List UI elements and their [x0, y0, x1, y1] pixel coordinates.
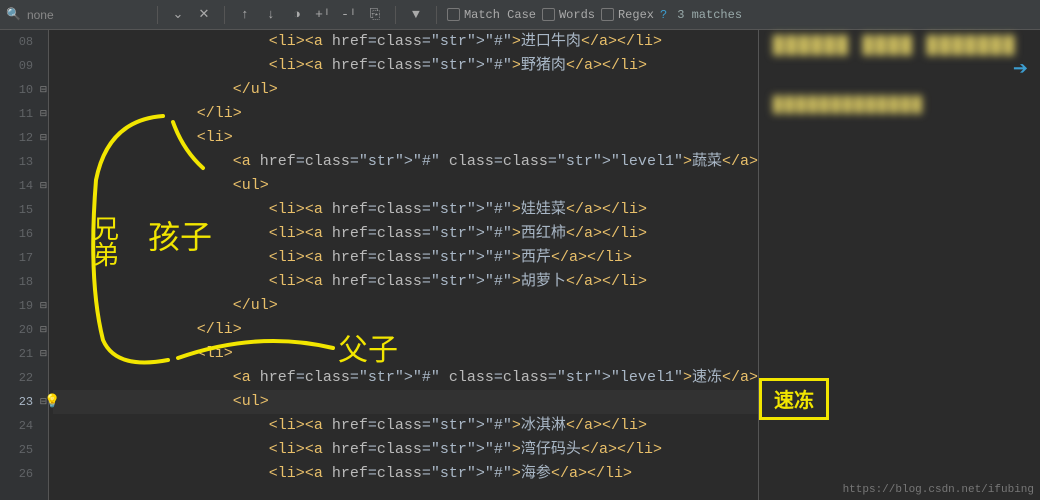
watermark-text: https://blog.csdn.net/ifubing — [843, 484, 1034, 496]
next-match-button[interactable]: ↓ — [261, 5, 281, 25]
words-label: Words — [559, 8, 595, 22]
code-line[interactable]: <li><a href=class="str">"#">娃娃菜</a></li> — [53, 198, 758, 222]
divider — [395, 6, 396, 24]
blurred-preview-text: ██████ ████ ███████ — [773, 36, 1040, 56]
code-line[interactable]: <li><a href=class="str">"#">冰淇淋</a></li> — [53, 414, 758, 438]
code-line[interactable]: <li><a href=class="str">"#">进口牛肉</a></li… — [53, 30, 758, 54]
code-line[interactable]: </li> — [53, 102, 758, 126]
add-selection-button[interactable]: +ᴵ — [313, 5, 333, 25]
divider — [224, 6, 225, 24]
search-input[interactable] — [27, 8, 147, 22]
intention-bulb-icon[interactable]: 💡 — [44, 394, 60, 409]
code-line[interactable]: <ul> — [53, 174, 758, 198]
filter-icon[interactable]: ▼ — [406, 5, 426, 25]
code-line[interactable]: <li> — [53, 126, 758, 150]
code-line[interactable]: <ul> — [53, 390, 758, 414]
remove-selection-button[interactable]: -ᴵ — [339, 5, 359, 25]
code-line[interactable]: <li> — [53, 342, 758, 366]
code-line[interactable]: <li><a href=class="str">"#">湾仔码头</a></li… — [53, 438, 758, 462]
help-link[interactable]: ? — [660, 8, 667, 22]
search-icon: 🔍 — [6, 7, 21, 22]
code-line[interactable]: </ul> — [53, 78, 758, 102]
code-line[interactable]: <li><a href=class="str">"#">西芹</a></li> — [53, 246, 758, 270]
fold-gutter[interactable]: ⊟⊟⊟⊟⊟⊟⊟⊟ — [39, 30, 49, 500]
preview-pane: ██████ ████ ███████ █████████████ ➔ 速冻 — [758, 30, 1040, 500]
code-line[interactable]: <a href=class="str">"#" class=class="str… — [53, 150, 758, 174]
code-line[interactable]: <li><a href=class="str">"#">野猪肉</a></li> — [53, 54, 758, 78]
match-case-checkbox[interactable]: Match Case — [447, 8, 536, 22]
select-all-button[interactable]: ⎘ — [365, 5, 385, 25]
preview-highlight-box: 速冻 — [759, 378, 829, 420]
regex-label: Regex — [618, 8, 654, 22]
find-toolbar: 🔍 ⌄ ✕ ↑ ↓ ◑ +ᴵ -ᴵ ⎘ ▼ Match Case Words R… — [0, 0, 1040, 30]
smart-search-icon[interactable]: ◑ — [287, 5, 307, 25]
line-number-gutter[interactable]: 08091011121314151617181920212223242526 — [5, 30, 39, 500]
code-area[interactable]: <li><a href=class="str">"#">进口牛肉</a></li… — [49, 30, 758, 500]
code-line[interactable]: <li><a href=class="str">"#">海参</a></li> — [53, 462, 758, 486]
blurred-preview-text: █████████████ — [773, 96, 1040, 114]
code-line[interactable]: </li> — [53, 318, 758, 342]
code-line[interactable]: <li><a href=class="str">"#">西红柿</a></li> — [53, 222, 758, 246]
divider — [157, 6, 158, 24]
history-dropdown[interactable]: ⌄ — [168, 5, 188, 25]
code-line[interactable]: <li><a href=class="str">"#">胡萝卜</a></li> — [53, 270, 758, 294]
prev-match-button[interactable]: ↑ — [235, 5, 255, 25]
words-checkbox[interactable]: Words — [542, 8, 595, 22]
regex-checkbox[interactable]: Regex — [601, 8, 654, 22]
code-editor: 08091011121314151617181920212223242526 ⊟… — [0, 30, 1040, 500]
preview-arrow-icon: ➔ — [1013, 58, 1028, 80]
code-line[interactable]: <a href=class="str">"#" class=class="str… — [53, 366, 758, 390]
match-case-label: Match Case — [464, 8, 536, 22]
match-count-label: 3 matches — [677, 8, 742, 22]
divider — [436, 6, 437, 24]
code-line[interactable]: </ul> — [53, 294, 758, 318]
close-search-button[interactable]: ✕ — [194, 5, 214, 25]
